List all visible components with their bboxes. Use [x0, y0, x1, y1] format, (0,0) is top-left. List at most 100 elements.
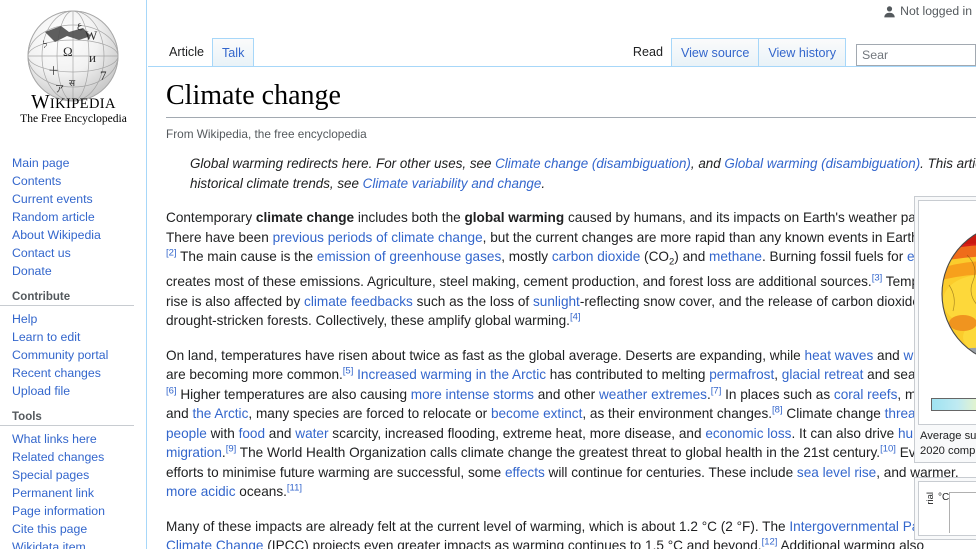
sidebar-link-page-information[interactable]: Page information — [12, 504, 105, 518]
sidebar-link-cite-this-page[interactable]: Cite this page — [12, 522, 87, 536]
sidebar-item-contents[interactable]: Contents — [0, 172, 146, 190]
sidebar-item-learn-to-edit[interactable]: Learn to edit — [0, 328, 146, 346]
ref-12[interactable]: [12] — [762, 537, 778, 548]
link-previous-periods-of-climate-change[interactable]: previous periods of climate change — [273, 230, 483, 245]
tab-view-source[interactable]: View source — [670, 38, 760, 67]
link-more-intense-storms[interactable]: more intense storms — [411, 387, 534, 402]
sidebar-item-cite-this-page[interactable]: Cite this page — [0, 520, 146, 538]
ref-6[interactable]: [6] — [166, 385, 177, 396]
namespace-tabs: Article Talk — [160, 37, 255, 67]
link-become-extinct[interactable]: become extinct — [491, 406, 582, 421]
link-sunlight[interactable]: sunlight — [533, 294, 580, 309]
hatnote-text-3: . This article is about con — [920, 156, 976, 171]
sidebar-link-related-changes[interactable]: Related changes — [12, 450, 104, 464]
person-icon — [883, 5, 896, 18]
link-weather-extremes[interactable]: weather extremes — [599, 387, 707, 402]
figure-temperature-chart[interactable]: rial °C — [914, 477, 976, 540]
link-water[interactable]: water — [295, 426, 328, 441]
sidebar-item-page-information[interactable]: Page information — [0, 502, 146, 520]
ref-5[interactable]: [5] — [343, 366, 354, 377]
tab-read[interactable]: Read — [623, 37, 672, 67]
ref-3[interactable]: [3] — [872, 273, 883, 284]
sidebar-link-recent-changes[interactable]: Recent changes — [12, 366, 101, 380]
sidebar-item-what-links-here[interactable]: What links here — [0, 430, 146, 448]
sidebar-link-community-portal[interactable]: Community portal — [12, 348, 108, 362]
link-increased-warming-in-the-arctic[interactable]: Increased warming in the Arctic — [357, 367, 546, 382]
p2-t8: Higher temperatures are also causing — [176, 386, 411, 402]
wikipedia-logo-block[interactable]: Ω W и 7 十 ל ع स ア WIKIPEDIA The Free Enc… — [0, 0, 146, 142]
link-carbon-dioxide[interactable]: carbon dioxide — [552, 249, 640, 264]
wordmark-rest: IKIPEDIA — [49, 96, 116, 112]
sidebar-item-help[interactable]: Help — [0, 310, 146, 328]
link-effects[interactable]: effects — [505, 465, 545, 480]
tab-article[interactable]: Article — [160, 37, 213, 67]
sidebar-link-special-pages[interactable]: Special pages — [12, 468, 89, 482]
link-more-acidic[interactable]: more acidic — [166, 484, 236, 499]
sidebar-item-donate[interactable]: Donate — [0, 262, 146, 280]
sidebar-link-help[interactable]: Help — [12, 312, 37, 326]
link-climate-feedbacks[interactable]: climate feedbacks — [304, 294, 413, 309]
sidebar-item-random-article[interactable]: Random article — [0, 208, 146, 226]
link-heat-waves[interactable]: heat waves — [805, 348, 874, 363]
figure-temperature-map[interactable]: Temperature — [914, 196, 976, 463]
sidebar-item-special-pages[interactable]: Special pages — [0, 466, 146, 484]
not-logged-in-status[interactable]: Not logged in — [883, 4, 972, 18]
sidebar-link-donate[interactable]: Donate — [12, 264, 52, 278]
ref-10[interactable]: [10] — [880, 444, 896, 455]
sidebar-item-permanent-link[interactable]: Permanent link — [0, 484, 146, 502]
tab-view-history[interactable]: View history — [758, 38, 846, 67]
sidebar-link-random-article[interactable]: Random article — [12, 210, 95, 224]
hatnote-link-climate-change-disambiguation[interactable]: Climate change (disambiguation) — [495, 156, 691, 171]
link-sea-level-rise[interactable]: sea level rise — [797, 465, 876, 480]
link-the-arctic[interactable]: the Arctic — [192, 406, 248, 421]
sidebar-item-community-portal[interactable]: Community portal — [0, 346, 146, 364]
sidebar-item-main-page[interactable]: Main page — [0, 154, 146, 172]
caption-line-2: 2020 comp — [920, 445, 976, 457]
sidebar-portal-navigation: Main page Contents Current events Random… — [0, 154, 146, 280]
link-glacial-retreat[interactable]: glacial retreat — [782, 367, 864, 382]
link-food[interactable]: food — [239, 426, 265, 441]
hatnote-link-climate-variability-and-change[interactable]: Climate variability and change — [363, 176, 542, 191]
sidebar-item-wikidata-item[interactable]: Wikidata item — [0, 538, 146, 549]
sidebar-item-recent-changes[interactable]: Recent changes — [0, 364, 146, 382]
link-coral-reefs[interactable]: coral reefs — [834, 387, 897, 402]
sidebar-link-contents[interactable]: Contents — [12, 174, 61, 188]
figure-column: Temperature — [914, 196, 976, 554]
sidebar-link-permanent-link[interactable]: Permanent link — [12, 486, 94, 500]
sidebar-link-wikidata-item[interactable]: Wikidata item — [12, 540, 86, 549]
sidebar-link-contact-us[interactable]: Contact us — [12, 246, 71, 260]
sidebar-item-contact-us[interactable]: Contact us — [0, 244, 146, 262]
tab-talk[interactable]: Talk — [212, 38, 255, 67]
sidebar-link-current-events[interactable]: Current events — [12, 192, 93, 206]
link-economic-loss[interactable]: economic loss — [705, 426, 791, 441]
sidebar-item-about-wikipedia[interactable]: About Wikipedia — [0, 226, 146, 244]
ref-7[interactable]: [7] — [711, 385, 722, 396]
hatnote-link-global-warming-disambiguation[interactable]: Global warming (disambiguation) — [724, 156, 920, 171]
sidebar-item-upload-file[interactable]: Upload file — [0, 382, 146, 400]
page-tabs-bar: Article Talk Read View source View histo… — [148, 36, 976, 67]
search-input[interactable]: Sear — [856, 44, 976, 66]
hatnote-line2-post: . — [541, 176, 546, 191]
ref-4[interactable]: [4] — [570, 312, 581, 323]
sidebar-item-current-events[interactable]: Current events — [0, 190, 146, 208]
sidebar-link-main-page[interactable]: Main page — [12, 156, 69, 170]
sidebar-link-learn-to-edit[interactable]: Learn to edit — [12, 330, 80, 344]
ref-9[interactable]: [9] — [226, 444, 237, 455]
link-emission-of-greenhouse-gases[interactable]: emission of greenhouse gases — [317, 249, 501, 264]
ref-8[interactable]: [8] — [772, 405, 783, 416]
view-tabs: Read View source View history Sear — [623, 37, 976, 67]
p1-bold-climate-change: climate change — [255, 210, 355, 225]
p1-t8: ) and — [674, 249, 710, 264]
personal-tools-bar: Not logged in — [147, 0, 976, 22]
ref-11[interactable]: [11] — [287, 483, 302, 494]
lead-paragraph-2: On land, temperatures have risen about t… — [166, 346, 976, 502]
link-methane[interactable]: methane — [709, 249, 762, 264]
not-logged-in-label: Not logged in — [900, 4, 972, 18]
sidebar-link-upload-file[interactable]: Upload file — [12, 384, 70, 398]
sidebar-item-related-changes[interactable]: Related changes — [0, 448, 146, 466]
sidebar-link-about-wikipedia[interactable]: About Wikipedia — [12, 228, 101, 242]
svg-text:и: и — [89, 50, 96, 65]
ref-2[interactable]: [2] — [166, 247, 177, 258]
sidebar-link-what-links-here[interactable]: What links here — [12, 432, 97, 446]
link-permafrost[interactable]: permafrost — [709, 367, 774, 382]
